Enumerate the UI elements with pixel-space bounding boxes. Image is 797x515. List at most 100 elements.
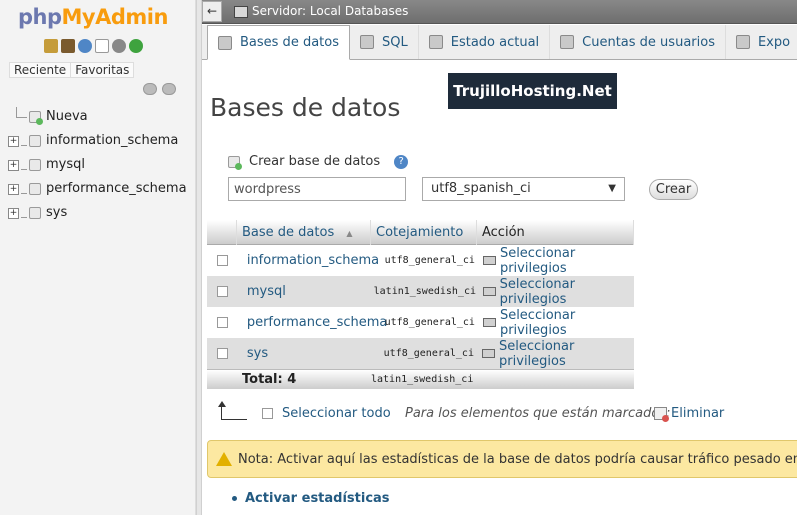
table-row: mysql latin1_swedish_ci Seleccionar priv… — [207, 276, 634, 307]
check-privileges-link[interactable]: Seleccionar privilegios — [479, 339, 634, 369]
home-icon[interactable] — [44, 39, 58, 53]
collation-select[interactable]: utf8_spanish_ci ▼ — [422, 177, 625, 201]
databases-table: Base de datos ▲ Cotejamiento Acción info… — [207, 220, 634, 389]
documentation-icon[interactable] — [95, 39, 109, 53]
statistics-notice: Nota: Activar aquí las estadísticas de l… — [207, 440, 797, 478]
nav-tab-favorites[interactable]: Favoritas — [71, 62, 135, 78]
link-with-main-icon[interactable] — [162, 83, 176, 95]
enable-statistics-link[interactable]: Activar estadísticas — [232, 491, 390, 506]
tab-databases[interactable]: Bases de datos — [207, 25, 350, 60]
tree-item-new[interactable]: Nueva — [8, 105, 187, 129]
panel-resize-handle[interactable] — [196, 0, 202, 515]
table-row: performance_schema utf8_general_ci Selec… — [207, 307, 634, 338]
help-icon[interactable]: ? — [394, 154, 409, 169]
notice-text: Nota: Activar aquí las estadísticas de l… — [238, 451, 797, 467]
privileges-icon — [482, 256, 496, 265]
server-breadcrumb-bar: ← Servidor: Local Databases — [202, 0, 797, 24]
server-breadcrumb[interactable]: Servidor: Local Databases — [252, 4, 408, 18]
tree-connector — [21, 207, 27, 218]
database-icon — [218, 35, 232, 50]
collation-value: utf8_general_ci — [383, 348, 474, 359]
check-privileges-link[interactable]: Seleccionar privilegios — [480, 277, 634, 307]
tab-status[interactable]: Estado actual — [419, 25, 551, 59]
row-checkbox[interactable] — [217, 255, 228, 266]
delete-icon — [654, 407, 669, 422]
tree-connector — [21, 135, 27, 146]
database-link[interactable]: mysql — [242, 284, 374, 299]
database-name-input[interactable] — [228, 177, 406, 201]
tab-user-accounts[interactable]: Cuentas de usuarios — [550, 25, 726, 59]
database-icon — [29, 159, 41, 171]
expand-icon[interactable]: + — [8, 159, 19, 171]
status-icon — [428, 35, 443, 49]
nav-tabs: Reciente Favoritas — [9, 62, 135, 78]
arrow-up-icon — [218, 401, 247, 420]
check-privileges-link[interactable]: Seleccionar privilegios — [480, 246, 634, 276]
header-collation[interactable]: Cotejamiento — [371, 220, 477, 245]
tree-item-label: information_schema — [46, 133, 179, 148]
row-checkbox[interactable] — [217, 286, 228, 297]
table-row: sys utf8_general_ci Seleccionar privileg… — [207, 338, 634, 369]
row-checkbox[interactable] — [217, 317, 228, 328]
create-database-label[interactable]: Crear base de datos ? — [228, 154, 409, 170]
tab-export[interactable]: Expo — [726, 25, 797, 59]
with-selected-label: Para los elementos que están marcados: — [405, 406, 671, 421]
nav-icon-toolbar — [44, 39, 143, 53]
help-icon[interactable] — [78, 39, 92, 53]
database-link[interactable]: information_schema — [242, 253, 379, 268]
nav-tab-recent[interactable]: Reciente — [9, 62, 72, 78]
database-link[interactable]: sys — [242, 346, 374, 361]
row-checkbox[interactable] — [217, 348, 228, 359]
tree-item-sys[interactable]: + sys — [8, 201, 187, 225]
tree-item-mysql[interactable]: + mysql — [8, 153, 187, 177]
tab-label: SQL — [382, 34, 408, 50]
tree-item-performance-schema[interactable]: + performance_schema — [8, 177, 187, 201]
reload-icon[interactable] — [129, 39, 143, 53]
check-privileges-link[interactable]: Seleccionar privilegios — [480, 308, 634, 338]
page-title: Bases de datos — [210, 93, 401, 122]
tab-sql[interactable]: SQL — [350, 25, 419, 59]
database-tree: Nueva + information_schema + mysql + per… — [8, 105, 187, 225]
tab-label: Estado actual — [450, 34, 540, 50]
collapse-all-icon[interactable] — [143, 83, 157, 95]
privileges-icon — [481, 349, 496, 358]
gear-icon[interactable] — [112, 39, 126, 53]
tree-connector — [16, 106, 27, 118]
action-label: Seleccionar privilegios — [499, 307, 576, 338]
tree-item-information-schema[interactable]: + information_schema — [8, 129, 187, 153]
privileges-icon — [482, 287, 496, 296]
tab-label: Cuentas de usuarios — [582, 34, 715, 50]
database-link[interactable]: performance_schema — [242, 315, 388, 330]
tree-connector — [21, 183, 27, 194]
tab-label: Expo — [757, 34, 791, 50]
select-all-label[interactable]: Seleccionar todo — [282, 406, 391, 421]
privileges-icon — [482, 318, 496, 327]
database-icon — [29, 135, 41, 147]
expand-icon[interactable]: + — [8, 135, 19, 147]
tree-connector — [21, 159, 27, 170]
default-collation: latin1_swedish_ci — [371, 374, 474, 385]
header-action: Acción — [477, 220, 634, 245]
header-label: Base de datos — [242, 225, 335, 240]
action-label: Seleccionar privilegios — [499, 245, 576, 276]
collation-value: utf8_general_ci — [384, 255, 475, 266]
table-header: Base de datos ▲ Cotejamiento Acción — [207, 220, 634, 245]
watermark-banner: TrujilloHosting.Net — [448, 73, 617, 109]
header-checkbox-cell — [207, 220, 237, 245]
logout-icon[interactable] — [61, 39, 75, 53]
bullet-icon — [232, 496, 237, 501]
database-icon — [29, 207, 41, 219]
expand-icon[interactable]: + — [8, 207, 19, 219]
delete-button[interactable]: Eliminar — [654, 406, 724, 422]
select-all-checkbox[interactable] — [262, 408, 273, 419]
collapse-nav-button[interactable]: ← — [202, 1, 222, 22]
phpmyadmin-logo[interactable]: phpMyAdmin — [18, 5, 168, 29]
tree-item-label: sys — [46, 205, 68, 220]
tree-item-label: performance_schema — [46, 181, 187, 196]
header-database[interactable]: Base de datos ▲ — [237, 220, 371, 245]
expand-icon[interactable]: + — [8, 183, 19, 195]
create-button[interactable]: Crear — [649, 179, 698, 200]
export-icon — [735, 35, 750, 49]
users-icon — [560, 35, 575, 49]
new-database-icon — [29, 111, 43, 125]
